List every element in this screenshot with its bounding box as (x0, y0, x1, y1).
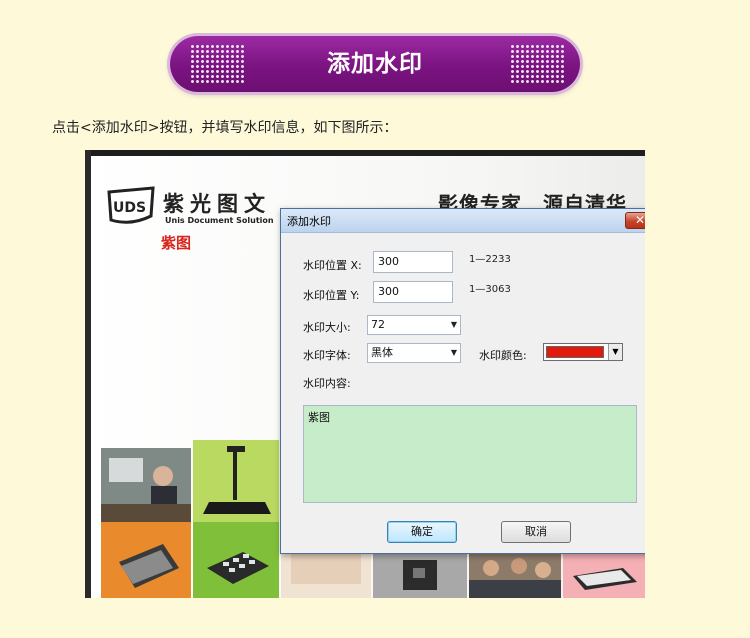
screenshot-left-edge (85, 150, 91, 598)
section-banner: 添加水印 (170, 36, 580, 92)
photo-tile-scanner (101, 522, 191, 598)
photo-tile-people (469, 554, 561, 598)
photo-tile-black-scanner (373, 554, 467, 598)
font-label: 水印字体: (303, 349, 351, 362)
uds-logo-icon: UDS (107, 186, 155, 224)
ok-button[interactable]: 确定 (387, 521, 457, 543)
pos-x-label: 水印位置 X: (303, 259, 362, 272)
color-swatch (546, 346, 604, 358)
instruction-text: 点击<添加水印>按钮，并填写水印信息，如下图所示： (52, 120, 398, 136)
chevron-down-icon: ▼ (608, 344, 622, 360)
dialog-title: 添加水印 (287, 215, 331, 228)
size-select[interactable]: 72 ▼ (367, 315, 461, 335)
dialog-titlebar[interactable]: 添加水印 ✕ (281, 209, 645, 233)
photo-tile-flatbed (563, 554, 645, 598)
size-select-value: 72 (371, 318, 385, 331)
brand-sub: 紫图 (161, 234, 192, 252)
content-textarea[interactable]: 紫图 (303, 405, 637, 503)
font-select[interactable]: 黑体 ▼ (367, 343, 461, 363)
color-select[interactable]: ▼ (543, 343, 623, 361)
color-label: 水印颜色: (479, 349, 527, 362)
brand-name-cn: 紫光图文 (163, 192, 271, 216)
chevron-down-icon: ▼ (450, 320, 457, 329)
photo-tile-scanner-arm (193, 440, 279, 522)
close-icon: ✕ (634, 213, 645, 227)
photo-tile-keypad (193, 522, 279, 598)
logo-text: UDS (113, 200, 146, 216)
pos-y-input[interactable]: 300 (373, 281, 453, 303)
pos-x-input[interactable]: 300 (373, 251, 453, 273)
close-button[interactable]: ✕ (625, 212, 645, 229)
chevron-down-icon: ▼ (450, 348, 457, 357)
photo-tile-office (101, 448, 191, 522)
font-select-value: 黑体 (371, 346, 393, 359)
cancel-button[interactable]: 取消 (501, 521, 571, 543)
brand-name-en: Unis Document Solution (165, 216, 274, 225)
pos-y-label: 水印位置 Y: (303, 289, 360, 302)
screenshot-panel: UDS 紫光图文 Unis Document Solution 紫图 影像专家 … (85, 150, 645, 598)
add-watermark-dialog: 添加水印 ✕ 水印位置 X: 300 1—2233 水印位置 Y: 300 1—… (280, 208, 645, 554)
pos-x-range: 1—2233 (469, 254, 511, 265)
size-label: 水印大小: (303, 321, 351, 334)
content-label: 水印内容: (303, 377, 351, 390)
pos-y-range: 1—3063 (469, 284, 511, 295)
screenshot-top-edge (85, 150, 645, 156)
banner-title: 添加水印 (327, 51, 423, 77)
